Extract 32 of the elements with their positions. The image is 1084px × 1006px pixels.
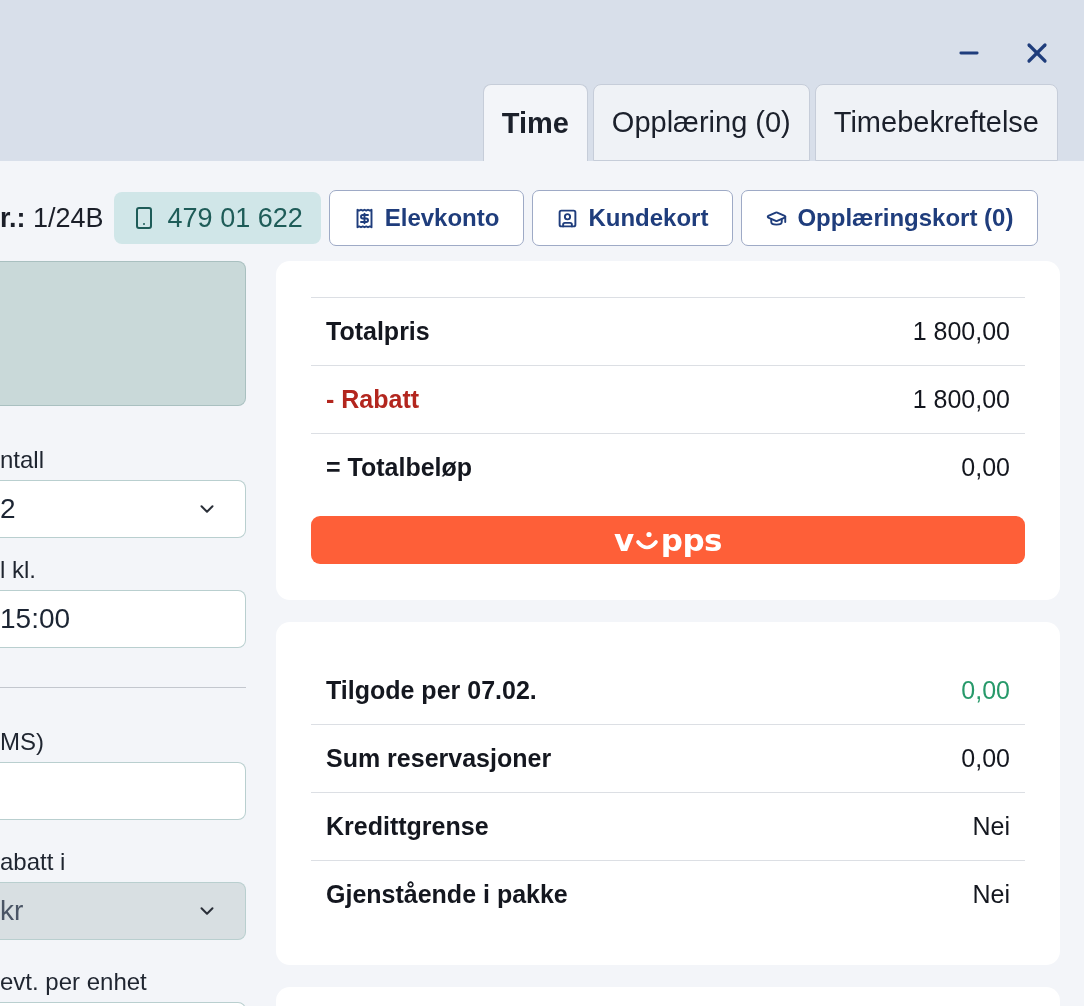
select-field[interactable]: 2 (0, 480, 246, 538)
user-card-icon (557, 207, 579, 229)
field-label: ntall (0, 446, 46, 474)
row-value: 1 800,00 (912, 385, 1010, 414)
row-label: - Rabatt (326, 385, 420, 414)
row-label: Totalpris (326, 317, 430, 346)
row-label: Tilgode per 07.02. (326, 676, 537, 705)
order-number: r.: 1/24B (0, 202, 104, 234)
action-button[interactable]: Kundekort (532, 190, 734, 246)
row-value: Nei (972, 812, 1010, 841)
row-value: 1 800,00 (912, 317, 1010, 346)
row-value: 0,00 (961, 676, 1010, 705)
field-label: abatt i (0, 848, 67, 876)
field-label: evt. per enhet (0, 968, 148, 996)
field-label: MS) (0, 728, 45, 756)
input-field[interactable] (0, 762, 246, 820)
action-button[interactable]: Opplæringskort (0) (741, 190, 1039, 246)
tab[interactable]: Opplæring (0) (592, 84, 810, 161)
tab[interactable]: Timebekreftelse (814, 84, 1058, 161)
tab[interactable]: Time (482, 84, 588, 161)
field-label: l kl. (0, 556, 37, 584)
row-value: 0,00 (961, 744, 1010, 773)
row-label: = Totalbeløp (326, 453, 473, 482)
row-value: Nei (972, 880, 1010, 909)
row-value: 0,00 (961, 453, 1010, 482)
phone-number: 479 01 622 (167, 202, 303, 234)
input-field[interactable]: 15:00 (0, 590, 246, 648)
row-label: Gjenstående i pakke (326, 880, 568, 909)
row-label: Sum reservasjoner (326, 744, 552, 773)
action-button[interactable]: Elevkonto (328, 190, 525, 246)
smile-icon (634, 531, 659, 551)
row-label: Kredittgrense (326, 812, 489, 841)
